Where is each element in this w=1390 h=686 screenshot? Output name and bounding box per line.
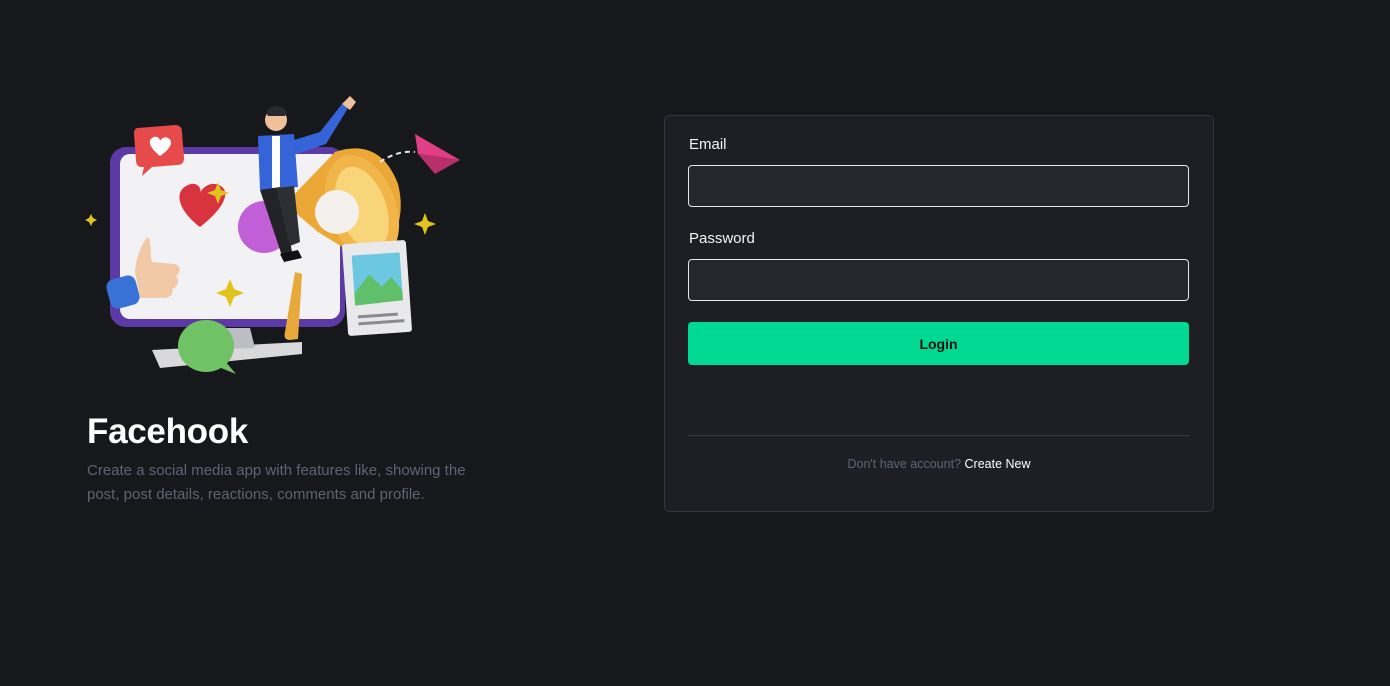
email-label: Email bbox=[689, 136, 727, 153]
login-form: Email Password Login Don't have account?… bbox=[664, 115, 1214, 512]
social-media-illustration bbox=[85, 96, 460, 374]
password-field[interactable] bbox=[688, 259, 1189, 301]
email-field[interactable] bbox=[688, 165, 1189, 207]
brand-title: Facehook bbox=[87, 412, 248, 451]
divider bbox=[688, 435, 1189, 436]
brand-description: Create a social media app with features … bbox=[87, 462, 466, 503]
password-label: Password bbox=[689, 230, 755, 247]
login-button[interactable]: Login bbox=[688, 322, 1189, 365]
login-page: Facehook Create a social media app with … bbox=[0, 0, 1390, 686]
signup-row: Don't have account? Create New bbox=[665, 457, 1213, 471]
signup-prompt: Don't have account? bbox=[847, 457, 962, 471]
create-account-link[interactable]: Create New bbox=[965, 457, 1031, 471]
